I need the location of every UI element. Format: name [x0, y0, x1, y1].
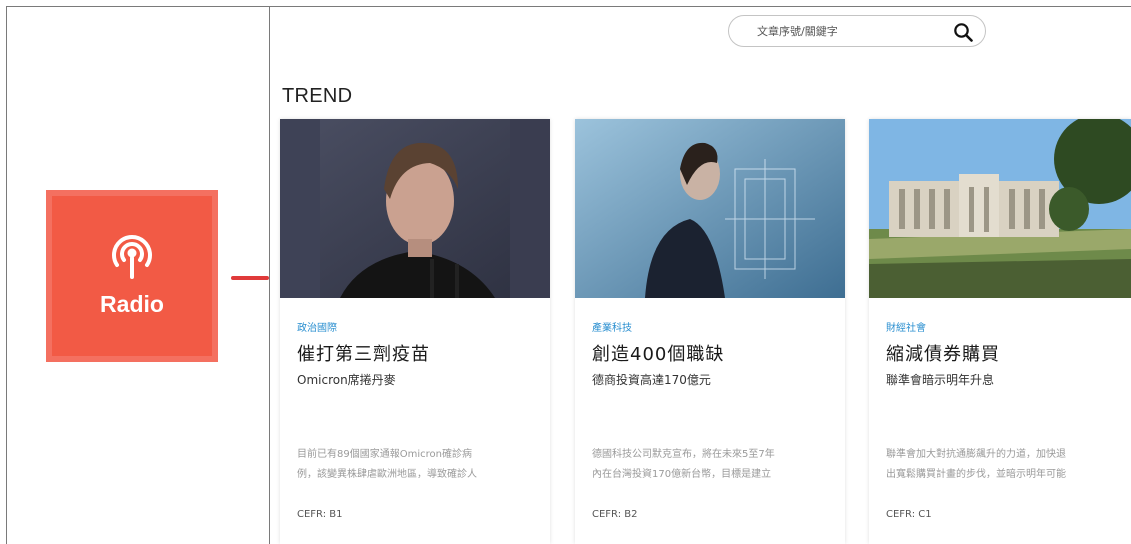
search-bar [728, 15, 986, 47]
article-title[interactable]: 縮減債券購買 [886, 340, 1000, 366]
article-subtitle: Omicron席捲丹麥 [297, 373, 396, 387]
article-description: 目前已有89個國家通報Omicron確診病 例，該變異株肆虐歐洲地區，導致確診人 [297, 445, 537, 485]
article-title[interactable]: 創造400個職缺 [592, 340, 724, 366]
article-image [869, 119, 1131, 298]
radio-label: Radio [100, 290, 164, 317]
article-category[interactable]: 產業科技 [592, 319, 632, 334]
article-category[interactable]: 財經社會 [886, 319, 926, 334]
article-description: 德國科技公司默克宣布，將在未來5至7年 內在台灣投資170億新台幣，目標是建立 [592, 445, 832, 485]
radio-antenna-icon [112, 234, 152, 279]
cefr-level: CEFR: B2 [592, 509, 638, 520]
article-card[interactable]: 財經社會 縮減債券購買 聯準會暗示明年升息 聯準會加大對抗通膨飆升的力道，加快退… [869, 119, 1131, 544]
section-title: TREND [282, 85, 353, 107]
article-subtitle: 聯準會暗示明年升息 [886, 373, 995, 387]
article-category[interactable]: 政治國際 [297, 319, 337, 334]
cefr-level: CEFR: C1 [886, 509, 932, 520]
article-description: 聯準會加大對抗通膨飆升的力道，加快退 出寬鬆購買計畫的步伐，並暗示明年可能 [886, 445, 1126, 485]
article-card[interactable]: 政治國際 催打第三劑疫苗 Omicron席捲丹麥 目前已有89個國家通報Omic… [280, 119, 550, 544]
description-line: 聯準會加大對抗通膨飆升的力道，加快退 [886, 449, 1066, 460]
article-image [575, 119, 845, 298]
description-line: 德國科技公司默克宣布，將在未來5至7年 [592, 449, 775, 460]
description-line: 出寬鬆購買計畫的步伐，並暗示明年可能 [886, 469, 1066, 480]
connector-line [231, 276, 269, 280]
article-title[interactable]: 催打第三劑疫苗 [297, 340, 430, 366]
cefr-level: CEFR: B1 [297, 509, 343, 520]
search-input[interactable] [757, 17, 957, 45]
search-icon[interactable] [953, 22, 973, 42]
description-line: 例，該變異株肆虐歐洲地區，導致確診人 [297, 469, 477, 480]
article-card[interactable]: 產業科技 創造400個職缺 德商投資高達170億元 德國科技公司默克宣布，將在未… [575, 119, 845, 544]
radio-button[interactable]: Radio [46, 190, 218, 362]
article-subtitle: 德商投資高達170億元 [592, 373, 711, 387]
article-image [280, 119, 550, 298]
sidebar-divider [269, 6, 270, 544]
description-line: 目前已有89個國家通報Omicron確診病 [297, 449, 472, 460]
description-line: 內在台灣投資170億新台幣，目標是建立 [592, 469, 772, 480]
